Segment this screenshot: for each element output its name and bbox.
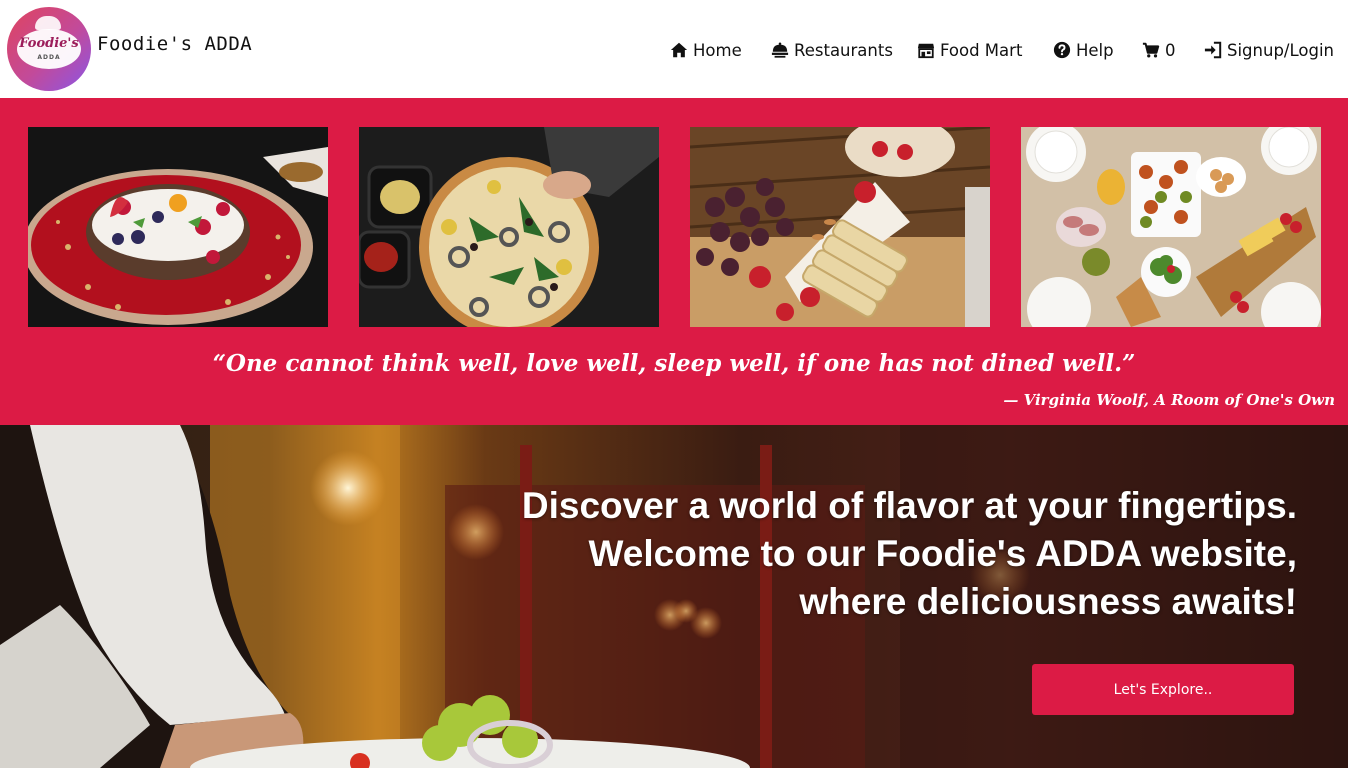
cart-icon — [1142, 42, 1160, 58]
nav-restaurants-label: Restaurants — [794, 40, 893, 60]
site-header: Foodie's ADDA Foodie's ADDA Home Restaur… — [0, 0, 1348, 98]
logo-subtext: ADDA — [37, 54, 61, 61]
pizza-image — [359, 127, 659, 327]
nav-cart[interactable]: 0 — [1142, 38, 1176, 62]
nav-home-label: Home — [693, 40, 742, 60]
nav-help[interactable]: Help — [1053, 38, 1114, 62]
yogurt-bowl-image — [28, 127, 328, 327]
hero-headline: Discover a world of flavor at your finge… — [522, 482, 1297, 626]
nav-home[interactable]: Home — [670, 38, 742, 62]
nav-restaurants[interactable]: Restaurants — [771, 38, 893, 62]
table-spread-image — [1021, 127, 1321, 327]
nav-food-mart[interactable]: Food Mart — [917, 38, 1022, 62]
gallery-image-pizza — [359, 127, 659, 327]
gallery-image-yogurt-bowl — [28, 127, 328, 327]
gallery-image-table-spread — [1021, 127, 1321, 327]
brand-name[interactable]: Foodie's ADDA — [97, 33, 252, 55]
nav-food-mart-label: Food Mart — [940, 40, 1023, 60]
brand-logo[interactable]: Foodie's ADDA — [7, 7, 91, 91]
logo-badge: Foodie's ADDA — [17, 29, 81, 69]
cart-count: 0 — [1165, 40, 1176, 60]
question-icon — [1053, 41, 1071, 59]
home-icon — [670, 42, 688, 58]
hero-headline-line-3: where deliciousness awaits! — [799, 581, 1297, 622]
logo-text: Foodie's — [19, 36, 79, 51]
quote-attribution: — Virginia Woolf, A Room of One's Own — [1003, 391, 1335, 409]
login-icon — [1204, 41, 1222, 59]
gallery-image-cheese-board — [690, 127, 990, 327]
nav-signup-login[interactable]: Signup/Login — [1204, 38, 1334, 62]
hero-headline-line-2: Welcome to our Foodie's ADDA website, — [588, 533, 1297, 574]
restaurant-icon — [771, 42, 789, 58]
nav-help-label: Help — [1076, 40, 1114, 60]
cheese-board-image — [690, 127, 990, 327]
chef-hat-icon — [35, 16, 61, 30]
food-quote: “One cannot think well, love well, sleep… — [212, 350, 1136, 377]
lets-explore-button[interactable]: Let's Explore.. — [1032, 664, 1294, 715]
nav-signup-login-label: Signup/Login — [1227, 40, 1334, 60]
store-icon — [917, 43, 935, 59]
hero-headline-line-1: Discover a world of flavor at your finge… — [521, 485, 1297, 526]
